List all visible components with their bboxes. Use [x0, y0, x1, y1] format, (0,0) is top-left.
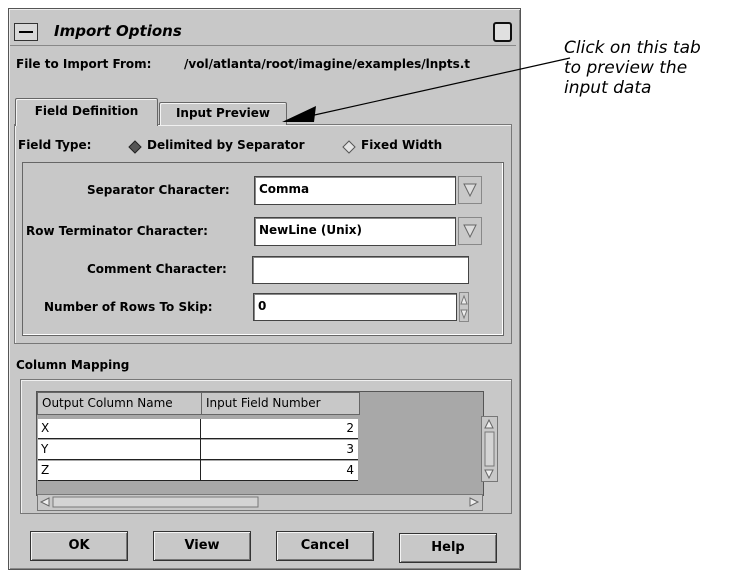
- annotation-line-1: Click on this tab: [564, 38, 701, 58]
- cell-name: Z: [41, 463, 50, 477]
- table-row-field[interactable]: 3: [201, 440, 358, 460]
- table-row-name[interactable]: X: [38, 419, 200, 439]
- tab-field-definition-label: Field Definition: [34, 104, 139, 118]
- tab-field-definition[interactable]: Field Definition: [15, 98, 158, 126]
- table-row-name[interactable]: Y: [38, 440, 200, 460]
- row-terminator-field[interactable]: NewLine (Unix): [254, 217, 456, 246]
- chevron-down-icon: [463, 183, 477, 197]
- cell-name: X: [41, 421, 50, 435]
- comment-field[interactable]: [252, 256, 469, 284]
- comment-label: Comment Character:: [87, 262, 227, 276]
- window-menu-button[interactable]: [14, 23, 38, 41]
- column-header-input-field-label: Input Field Number: [206, 396, 321, 410]
- table-row-field[interactable]: 4: [201, 461, 358, 481]
- table-row-name[interactable]: Z: [38, 461, 200, 481]
- view-button-label: View: [184, 538, 220, 553]
- radio-fixed-width-label: Fixed Width: [361, 138, 443, 152]
- row-terminator-label: Row Terminator Character:: [26, 224, 208, 238]
- vertical-scrollbar[interactable]: [481, 416, 498, 482]
- chevron-down-icon: [463, 224, 477, 238]
- cell-field: 2: [346, 421, 354, 435]
- column-header-output[interactable]: Output Column Name: [37, 392, 202, 415]
- cancel-button-label: Cancel: [300, 538, 350, 553]
- column-header-output-label: Output Column Name: [42, 396, 173, 410]
- separator-value: Comma: [259, 182, 310, 196]
- tab-input-preview[interactable]: Input Preview: [159, 102, 287, 125]
- file-label: File to Import From:: [16, 57, 152, 71]
- horizontal-scrollbar[interactable]: [37, 494, 483, 511]
- field-type-label: Field Type:: [18, 138, 92, 152]
- rows-to-skip-value: 0: [258, 299, 267, 313]
- help-button[interactable]: Help: [399, 533, 497, 563]
- rows-to-skip-label: Number of Rows To Skip:: [44, 300, 213, 314]
- ok-button[interactable]: OK: [30, 531, 128, 561]
- radio-fixed-width[interactable]: [342, 139, 356, 154]
- separator-dropdown-button[interactable]: [458, 176, 482, 204]
- rows-to-skip-spinner[interactable]: [459, 292, 469, 322]
- cancel-button[interactable]: Cancel: [276, 531, 374, 561]
- table-row-field[interactable]: 2: [201, 419, 358, 439]
- cell-name: Y: [41, 442, 49, 456]
- column-divider: [200, 419, 201, 481]
- annotation-line-2: to preview the: [564, 58, 688, 78]
- column-header-input-field[interactable]: Input Field Number: [201, 392, 360, 415]
- ok-button-label: OK: [68, 538, 90, 553]
- row-terminator-value: NewLine (Unix): [259, 223, 362, 237]
- separator-label: Separator Character:: [87, 183, 230, 197]
- annotation-text: Click on this tab to preview the input d…: [564, 38, 701, 98]
- window-title: Import Options: [54, 22, 182, 40]
- view-button[interactable]: View: [153, 531, 251, 561]
- help-button-label: Help: [431, 540, 465, 555]
- radio-delimited[interactable]: [128, 139, 142, 154]
- separator-field[interactable]: Comma: [254, 176, 456, 205]
- annotation-arrow: [282, 57, 571, 122]
- rows-to-skip-field[interactable]: 0: [253, 293, 457, 321]
- annotation-line-3: input data: [564, 78, 652, 98]
- radio-delimited-label: Delimited by Separator: [147, 138, 305, 152]
- cell-field: 3: [346, 442, 354, 456]
- title-bar: Import Options: [10, 19, 516, 46]
- maximize-button[interactable]: [493, 22, 512, 42]
- column-mapping-title: Column Mapping: [16, 358, 130, 372]
- cell-field: 4: [346, 463, 354, 477]
- row-terminator-dropdown-button[interactable]: [458, 217, 482, 245]
- tab-input-preview-label: Input Preview: [175, 106, 271, 120]
